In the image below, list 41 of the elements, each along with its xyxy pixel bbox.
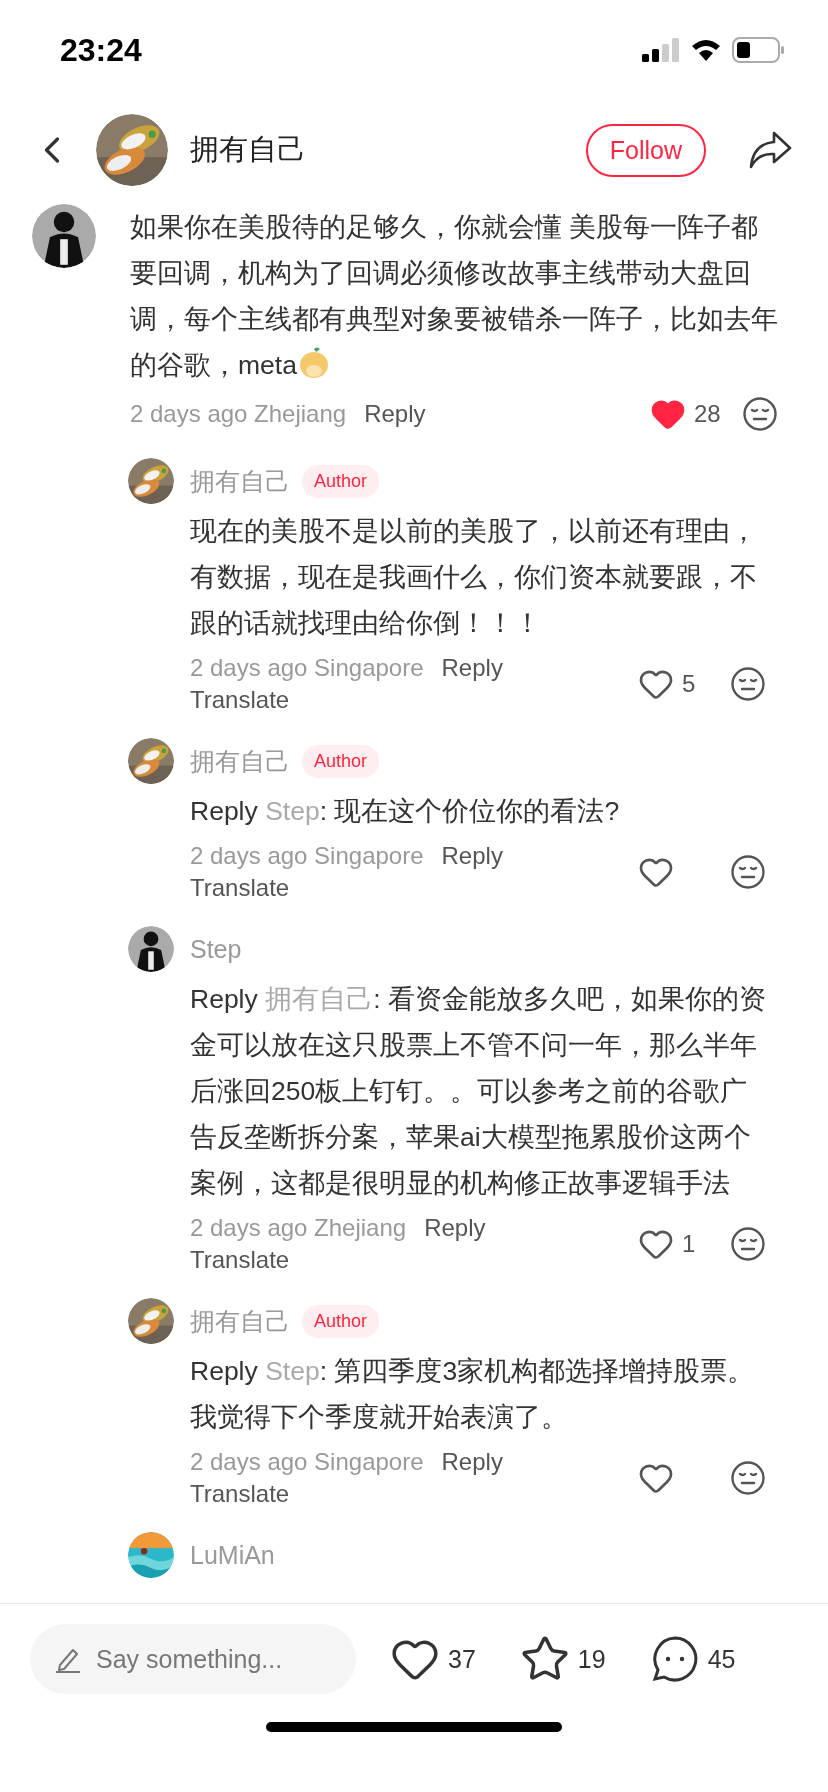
follow-button[interactable]: Follow [585,123,706,177]
dislike-icon[interactable] [742,396,778,432]
author-name: 拥有自己 [190,132,307,167]
comment-meta: 2 days ago Singapore [190,1448,424,1476]
status-time: 23:24 [60,31,142,69]
share-icon[interactable] [748,130,792,170]
comment-meta: 2 days ago Zhejiang [130,400,347,428]
comment-count: 45 [707,1644,736,1674]
like-count: 28 [694,400,721,428]
signal-icon [642,38,680,62]
author-badge: Author [302,464,380,498]
comment-input[interactable]: Say something... [30,1624,356,1694]
dislike-icon[interactable] [730,854,766,890]
like-count: 37 [448,1644,476,1674]
translate-link[interactable]: Translate [190,686,290,714]
comment-text: Reply Step: 现在这个价位你的看法? [190,795,621,828]
dislike-icon[interactable] [730,666,766,702]
like-count: 5 [682,670,696,698]
comment-text: Reply Step: 第四季度3家机构都选择增持股票。我觉得下个季度就开始表演了。 [190,1355,756,1434]
comment-text: 现在的美股不是以前的美股了，以前还有理由，有数据，现在是我画什么，你们资本就要跟，不跟的话就找理由给你倒！！！ [190,515,758,640]
comment-text: Reply 拥有自己: 看资金能放多久吧，如果你的资金可以放在这只股票上不管不问一年，那么半年后涨回250板上钉钉。。可以参考之前的谷歌广告反垄断拆分案，苹果ai大模型拖累股价这两个案例，这都是很明显的机构修正故事逻辑手法 [190,983,766,1200]
comment-meta: 2 days ago Zhejiang [190,1214,407,1242]
translate-link[interactable]: Translate [190,874,290,902]
dislike-icon[interactable] [730,1460,766,1496]
reply-link[interactable]: Reply [441,1448,503,1476]
comment-meta: 2 days ago Singapore [190,654,424,682]
author-badge: Author [302,1304,380,1338]
wifi-icon [690,38,722,62]
reply-link[interactable]: Reply [441,842,503,870]
translate-link[interactable]: Translate [190,1246,290,1274]
author-badge: Author [302,744,380,778]
like-count: 1 [682,1230,696,1258]
reply-link[interactable]: Reply [424,1214,486,1242]
star-count: 19 [577,1644,606,1674]
comment-text: 如果你在美股待的足够久，你就会懂 美股每一阵子都要回调，机构为了回调必须修改故事主线带动大盘回调，每个主线都有典型对象要被错杀一阵子，比如去年的谷歌，meta [130,211,778,382]
reply-link[interactable]: Reply [364,400,426,428]
translate-link[interactable]: Translate [190,1480,290,1508]
dislike-icon[interactable] [730,1226,766,1262]
comment-meta: 2 days ago Singapore [190,842,424,870]
reply-link[interactable]: Reply [441,654,503,682]
battery-icon [732,37,784,63]
